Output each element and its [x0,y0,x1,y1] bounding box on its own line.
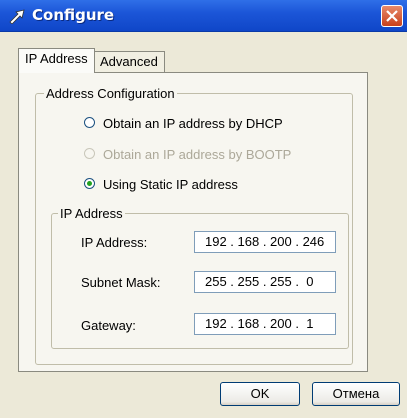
cancel-button[interactable]: Отмена [312,382,400,406]
tab-ip-address[interactable]: IP Address [18,48,95,73]
radio-button [84,148,95,159]
gateway-field[interactable]: 192 . 168 . 200 . 1 [194,313,336,335]
close-button[interactable] [381,5,403,27]
title-bar[interactable]: Configure [0,0,407,32]
radio-label: Obtain an IP address by BOOTP [103,147,292,162]
radio-button[interactable] [84,178,95,189]
group-title: Address Configuration [44,86,177,101]
ip-address-label: IP Address: [81,235,148,250]
radio-button[interactable] [84,117,95,128]
subnet-mask-field[interactable]: 255 . 255 . 255 . 0 [194,271,336,293]
ok-button[interactable]: OK [220,382,300,406]
group-title: IP Address [58,206,125,221]
radio-selected-dot [87,181,92,186]
subnet-mask-label: Subnet Mask: [81,275,161,290]
close-icon [386,10,398,22]
radio-label: Obtain an IP address by DHCP [103,116,283,131]
window-title: Configure [32,6,115,24]
arrow-tool-icon [8,8,26,25]
gateway-label: Gateway: [81,318,136,333]
tab-panel: Address Configuration Obtain an IP addre… [18,72,368,372]
tab-label: IP Address [25,51,88,66]
tab-label: Advanced [100,54,158,69]
ip-address-field[interactable]: 192 . 168 . 200 . 246 [194,231,336,253]
tab-advanced[interactable]: Advanced [93,51,165,73]
radio-label: Using Static IP address [103,177,238,192]
